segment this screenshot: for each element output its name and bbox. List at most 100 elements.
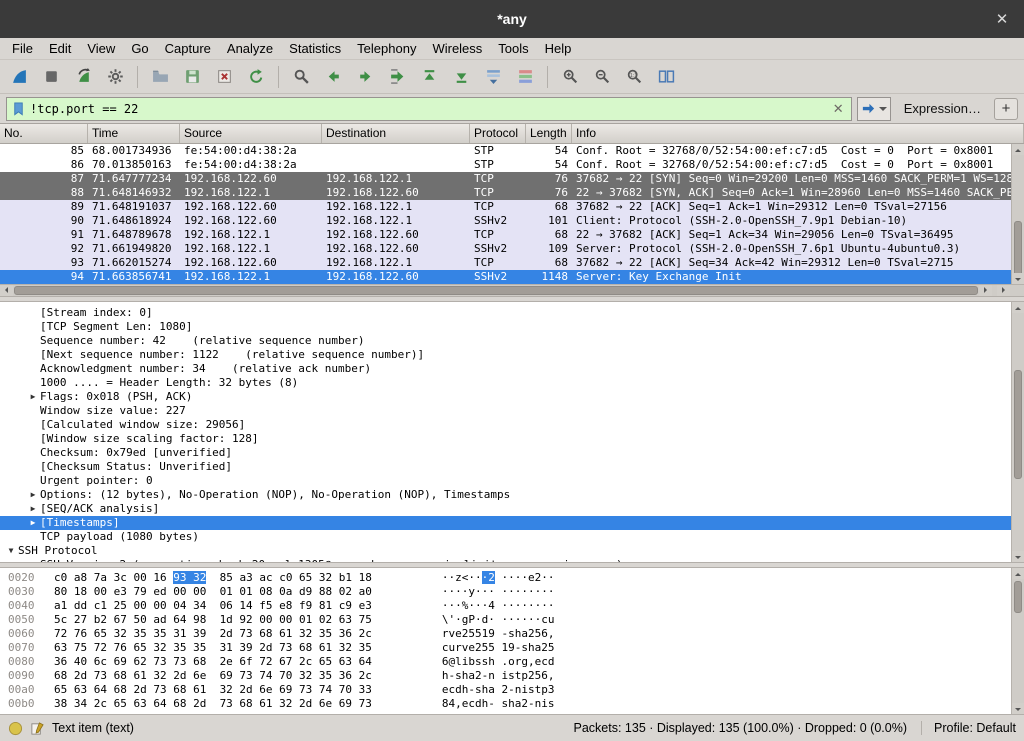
scroll-up-icon[interactable] bbox=[1012, 302, 1024, 313]
detail-line[interactable]: Acknowledgment number: 34 (relative ack … bbox=[0, 362, 1024, 376]
scroll-down-icon[interactable] bbox=[1012, 273, 1024, 284]
hex-line[interactable]: 00505c 27 b2 67 50 ad 64 98 1d 92 00 00 … bbox=[0, 613, 1024, 627]
save-file-button[interactable] bbox=[177, 63, 207, 90]
detail-line[interactable]: ▶[Timestamps] bbox=[0, 516, 1024, 530]
detail-line[interactable]: 1000 .... = Header Length: 32 bytes (8) bbox=[0, 376, 1024, 390]
details-vscroll-thumb[interactable] bbox=[1014, 370, 1022, 479]
detail-line[interactable]: Window size value: 227 bbox=[0, 404, 1024, 418]
packet-row-91[interactable]: 9171.648789678192.168.122.1192.168.122.6… bbox=[0, 228, 1024, 242]
packet-list-vscrollbar[interactable] bbox=[1011, 144, 1024, 284]
expander-closed-icon[interactable]: ▶ bbox=[26, 488, 40, 502]
display-filter-input[interactable] bbox=[30, 102, 826, 116]
hex-line[interactable]: 0040a1 dd c1 25 00 00 04 34 06 14 f5 e8 … bbox=[0, 599, 1024, 613]
resize-columns-button[interactable] bbox=[651, 63, 681, 90]
detail-line[interactable]: [Calculated window size: 29056] bbox=[0, 418, 1024, 432]
window-titlebar[interactable]: *any ✕ bbox=[0, 0, 1024, 38]
packet-row-87[interactable]: 8771.647777234192.168.122.60192.168.122.… bbox=[0, 172, 1024, 186]
packet-row-88[interactable]: 8871.648146932192.168.122.1192.168.122.6… bbox=[0, 186, 1024, 200]
start-capture-button[interactable] bbox=[4, 63, 34, 90]
colorize-packets-button[interactable] bbox=[510, 63, 540, 90]
column-header-destination[interactable]: Destination bbox=[322, 124, 470, 143]
detail-line[interactable]: ▶Options: (12 bytes), No-Operation (NOP)… bbox=[0, 488, 1024, 502]
find-packet-button[interactable] bbox=[286, 63, 316, 90]
hex-line[interactable]: 00b038 34 2c 65 63 64 68 2d 73 68 61 32 … bbox=[0, 697, 1024, 711]
menu-help[interactable]: Help bbox=[537, 39, 580, 58]
menu-capture[interactable]: Capture bbox=[157, 39, 219, 58]
go-forward-button[interactable] bbox=[350, 63, 380, 90]
detail-line[interactable]: [Window size scaling factor: 128] bbox=[0, 432, 1024, 446]
detail-line[interactable]: [TCP Segment Len: 1080] bbox=[0, 320, 1024, 334]
expander-closed-icon[interactable]: ▶ bbox=[26, 390, 40, 404]
packet-row-92[interactable]: 9271.661949820192.168.122.1192.168.122.6… bbox=[0, 242, 1024, 256]
packet-list-hscrollbar[interactable] bbox=[0, 284, 1024, 296]
zoom-original-button[interactable]: 1:1 bbox=[619, 63, 649, 90]
clear-filter-icon[interactable]: ✕ bbox=[830, 101, 847, 117]
packet-list-hscroll-thumb[interactable] bbox=[14, 286, 978, 295]
hex-line[interactable]: 009068 2d 73 68 61 32 2d 6e 69 73 74 70 … bbox=[0, 669, 1024, 683]
detail-line[interactable]: [Next sequence number: 1122 (relative se… bbox=[0, 348, 1024, 362]
hex-line[interactable]: 00a065 63 64 68 2d 73 68 61 32 2d 6e 69 … bbox=[0, 683, 1024, 697]
detail-line[interactable]: [Checksum Status: Unverified] bbox=[0, 460, 1024, 474]
add-filter-button[interactable]: + bbox=[994, 98, 1018, 120]
detail-line[interactable]: SSH Version 2 (encryption:chacha20-poly1… bbox=[0, 558, 1024, 562]
auto-scroll-button[interactable] bbox=[478, 63, 508, 90]
menu-statistics[interactable]: Statistics bbox=[281, 39, 349, 58]
capture-comment-icon[interactable] bbox=[30, 721, 45, 736]
menu-go[interactable]: Go bbox=[123, 39, 156, 58]
scroll-right-icon[interactable] bbox=[997, 285, 1010, 296]
hex-line[interactable]: 006072 76 65 32 35 35 31 39 2d 73 68 61 … bbox=[0, 627, 1024, 641]
apply-filter-button[interactable] bbox=[857, 97, 891, 121]
packet-row-89[interactable]: 8971.648191037192.168.122.60192.168.122.… bbox=[0, 200, 1024, 214]
details-vscrollbar[interactable] bbox=[1011, 302, 1024, 562]
zoom-out-button[interactable] bbox=[587, 63, 617, 90]
column-header-no[interactable]: No. bbox=[0, 124, 88, 143]
open-file-button[interactable] bbox=[145, 63, 175, 90]
scroll-left-icon[interactable] bbox=[0, 285, 13, 296]
packet-details[interactable]: [Stream index: 0][TCP Segment Len: 1080]… bbox=[0, 302, 1024, 562]
scroll-down-icon[interactable] bbox=[1012, 551, 1024, 562]
reload-file-button[interactable] bbox=[241, 63, 271, 90]
scroll-up-icon[interactable] bbox=[1012, 144, 1024, 155]
column-header-time[interactable]: Time bbox=[88, 124, 180, 143]
stop-capture-button[interactable] bbox=[36, 63, 66, 90]
detail-line[interactable]: [Stream index: 0] bbox=[0, 306, 1024, 320]
hex-line[interactable]: 0020c0 a8 7a 3c 00 16 93 32 85 a3 ac c0 … bbox=[0, 571, 1024, 585]
close-window-icon[interactable]: ✕ bbox=[992, 10, 1012, 28]
display-filter-field[interactable]: ✕ bbox=[6, 97, 852, 121]
detail-line[interactable]: ▶[SEQ/ACK analysis] bbox=[0, 502, 1024, 516]
zoom-in-button[interactable] bbox=[555, 63, 585, 90]
scroll-left2-icon[interactable] bbox=[979, 285, 992, 296]
expression-button[interactable]: Expression… bbox=[896, 101, 989, 116]
hex-line[interactable]: 007063 75 72 76 65 32 35 35 31 39 2d 73 … bbox=[0, 641, 1024, 655]
detail-line[interactable]: ▶Flags: 0x018 (PSH, ACK) bbox=[0, 390, 1024, 404]
go-back-button[interactable] bbox=[318, 63, 348, 90]
expander-closed-icon[interactable]: ▶ bbox=[26, 516, 40, 530]
column-header-length[interactable]: Length bbox=[526, 124, 572, 143]
column-header-info[interactable]: Info bbox=[572, 124, 1024, 143]
detail-line[interactable]: TCP payload (1080 bytes) bbox=[0, 530, 1024, 544]
filter-bookmark-icon[interactable] bbox=[11, 101, 26, 117]
hex-vscroll-thumb[interactable] bbox=[1014, 581, 1022, 613]
expander-closed-icon[interactable]: ▶ bbox=[26, 502, 40, 516]
packet-row-85[interactable]: 8568.001734936fe:54:00:d4:38:2aSTP54Conf… bbox=[0, 144, 1024, 158]
menu-analyze[interactable]: Analyze bbox=[219, 39, 281, 58]
packet-list-vscroll-thumb[interactable] bbox=[1014, 221, 1022, 277]
filter-history-dropdown-icon[interactable] bbox=[879, 107, 887, 115]
go-first-button[interactable] bbox=[414, 63, 444, 90]
expander-open-icon[interactable]: ▼ bbox=[4, 544, 18, 558]
packet-row-90[interactable]: 9071.648618924192.168.122.60192.168.122.… bbox=[0, 214, 1024, 228]
restart-capture-button[interactable] bbox=[68, 63, 98, 90]
scroll-down-icon[interactable] bbox=[1012, 703, 1024, 714]
column-header-protocol[interactable]: Protocol bbox=[470, 124, 526, 143]
detail-line[interactable]: ▼SSH Protocol bbox=[0, 544, 1024, 558]
menu-tools[interactable]: Tools bbox=[490, 39, 536, 58]
packet-list[interactable]: 8568.001734936fe:54:00:d4:38:2aSTP54Conf… bbox=[0, 144, 1024, 284]
packet-row-93[interactable]: 9371.662015274192.168.122.60192.168.122.… bbox=[0, 256, 1024, 270]
column-header-source[interactable]: Source bbox=[180, 124, 322, 143]
menu-wireless[interactable]: Wireless bbox=[424, 39, 490, 58]
packet-row-86[interactable]: 8670.013850163fe:54:00:d4:38:2aSTP54Conf… bbox=[0, 158, 1024, 172]
hex-dump[interactable]: 0020c0 a8 7a 3c 00 16 93 32 85 a3 ac c0 … bbox=[0, 568, 1024, 714]
hex-line[interactable]: 008036 40 6c 69 62 73 73 68 2e 6f 72 67 … bbox=[0, 655, 1024, 669]
status-profile[interactable]: Profile: Default bbox=[921, 721, 1016, 735]
hex-vscrollbar[interactable] bbox=[1011, 568, 1024, 714]
